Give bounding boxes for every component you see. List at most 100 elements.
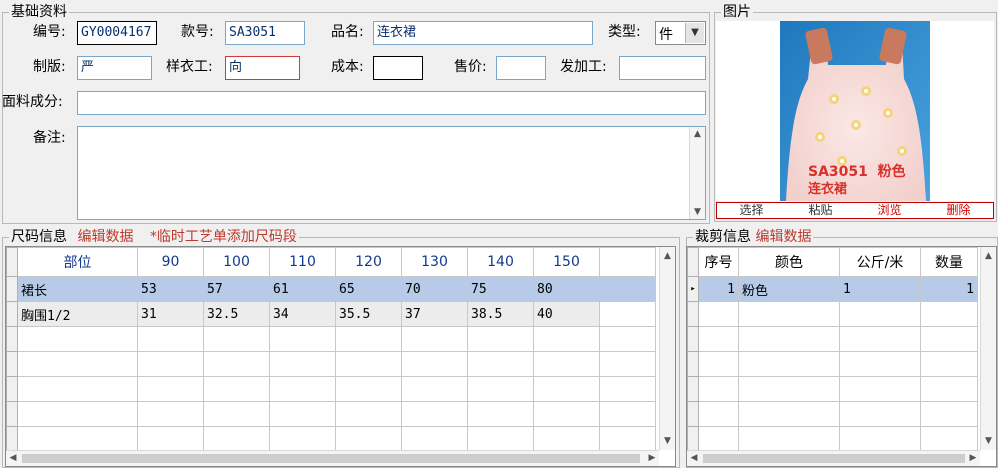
cell[interactable]: 80 <box>533 276 600 302</box>
outsource-label: 发加工: <box>560 59 607 75</box>
style-no-field[interactable]: SA3051 <box>225 21 305 45</box>
cut-grid-vscroll[interactable]: ▲ ▼ <box>980 247 996 450</box>
table-row[interactable]: 裙长 53 57 61 65 70 75 80 <box>6 276 656 302</box>
fabric-label: 面料成分: <box>2 94 63 110</box>
cut-info-legend-wrap: 裁剪信息 编辑数据 <box>693 229 814 245</box>
empty-row[interactable] <box>6 351 656 377</box>
col-header-color[interactable]: 颜色 <box>738 247 840 277</box>
col-header-kg-per-m[interactable]: 公斤/米 <box>839 247 921 277</box>
scroll-thumb[interactable] <box>703 454 965 463</box>
chevron-down-icon[interactable]: ▼ <box>685 23 704 43</box>
browse-image-button[interactable]: 浏览 <box>855 203 924 218</box>
outsource-field[interactable] <box>619 56 706 80</box>
cell[interactable]: 胸围1/2 <box>17 301 138 327</box>
cell[interactable]: 粉色 <box>738 276 840 302</box>
image-button-bar: 选择 粘贴 浏览 删除 <box>716 202 994 219</box>
col-header-140[interactable]: 140 <box>467 247 534 277</box>
empty-row[interactable] <box>687 426 978 452</box>
cell[interactable]: 37 <box>401 301 468 327</box>
select-image-button[interactable]: 选择 <box>717 203 786 218</box>
size-edit-link[interactable]: 编辑数据 <box>77 229 133 245</box>
cut-grid[interactable]: 序号 颜色 公斤/米 数量 ▸ 1 粉色 1 1 ▲ ▼ ◀ ▶ <box>686 246 997 467</box>
image-legend: 图片 <box>721 4 753 20</box>
cell[interactable]: 34 <box>269 301 336 327</box>
col-header-90[interactable]: 90 <box>137 247 204 277</box>
cell[interactable]: 57 <box>203 276 270 302</box>
code-field[interactable]: GY0004167 <box>77 21 157 45</box>
delete-image-button[interactable]: 删除 <box>924 203 993 218</box>
cost-field[interactable] <box>373 56 423 80</box>
cell[interactable]: 65 <box>335 276 402 302</box>
table-row[interactable]: 胸围1/2 31 32.5 34 35.5 37 38.5 40 <box>6 301 656 327</box>
empty-row[interactable] <box>687 301 978 327</box>
empty-row[interactable] <box>687 351 978 377</box>
pattern-field[interactable]: 严 <box>77 56 152 80</box>
empty-row[interactable] <box>6 326 656 352</box>
cell[interactable]: 1 <box>839 276 921 302</box>
cell[interactable] <box>599 301 656 327</box>
scroll-up-icon[interactable]: ▲ <box>690 127 705 141</box>
product-name-label: 品名: <box>331 24 364 40</box>
cell[interactable]: 70 <box>401 276 468 302</box>
remark-scrollbar[interactable]: ▲ ▼ <box>689 127 705 219</box>
size-grid-hscroll[interactable]: ◀ ▶ <box>6 450 659 466</box>
scroll-up-icon[interactable]: ▲ <box>660 249 675 263</box>
cell[interactable]: 75 <box>467 276 534 302</box>
cell[interactable]: 35.5 <box>335 301 402 327</box>
cut-header-row: 序号 颜色 公斤/米 数量 <box>687 247 978 277</box>
col-header-100[interactable]: 100 <box>203 247 270 277</box>
scroll-up-icon[interactable]: ▲ <box>981 249 996 263</box>
row-header[interactable] <box>6 301 18 327</box>
price-field[interactable] <box>496 56 546 80</box>
paste-image-button[interactable]: 粘贴 <box>786 203 855 218</box>
photo-caption-line2: 连衣裙 <box>808 182 848 197</box>
scroll-thumb[interactable] <box>22 454 640 463</box>
cell[interactable]: 38.5 <box>467 301 534 327</box>
cell[interactable]: 61 <box>269 276 336 302</box>
col-header-110[interactable]: 110 <box>269 247 336 277</box>
cell[interactable]: 32.5 <box>203 301 270 327</box>
col-header-seq[interactable]: 序号 <box>698 247 739 277</box>
scroll-left-icon[interactable]: ◀ <box>687 451 701 465</box>
scroll-down-icon[interactable]: ▼ <box>660 434 675 448</box>
cell[interactable]: 53 <box>137 276 204 302</box>
scroll-right-icon[interactable]: ▶ <box>966 451 980 465</box>
empty-row[interactable] <box>687 376 978 402</box>
cell[interactable] <box>599 276 656 302</box>
scroll-down-icon[interactable]: ▼ <box>690 205 705 219</box>
code-label: 编号: <box>33 24 66 40</box>
product-name-field[interactable]: 连衣裙 <box>373 21 593 45</box>
size-grid-vscroll[interactable]: ▲ ▼ <box>659 247 675 450</box>
type-select[interactable]: 件 ▼ <box>655 21 706 45</box>
current-row-marker-icon[interactable]: ▸ <box>687 276 699 302</box>
size-grid[interactable]: 部位 90 100 110 120 130 140 150 裙长 53 57 6… <box>5 246 676 467</box>
empty-row[interactable] <box>6 401 656 427</box>
scroll-down-icon[interactable]: ▼ <box>981 434 996 448</box>
product-photo[interactable]: SA3051 粉色 连衣裙 <box>716 21 994 201</box>
remark-textarea[interactable]: ▲ ▼ <box>77 126 706 220</box>
cell[interactable]: 40 <box>533 301 600 327</box>
empty-row[interactable] <box>6 426 656 452</box>
cut-edit-link[interactable]: 编辑数据 <box>755 229 811 245</box>
cell[interactable]: 裙长 <box>17 276 138 302</box>
row-header[interactable] <box>6 276 18 302</box>
sample-worker-field[interactable]: 向 <box>225 56 300 80</box>
empty-row[interactable] <box>687 401 978 427</box>
basic-info-legend: 基础资料 <box>9 4 69 20</box>
empty-row[interactable] <box>687 326 978 352</box>
col-header-150[interactable]: 150 <box>533 247 600 277</box>
cell[interactable]: 1 <box>698 276 739 302</box>
cut-grid-hscroll[interactable]: ◀ ▶ <box>687 450 980 466</box>
remark-label: 备注: <box>33 130 66 146</box>
col-header-qty[interactable]: 数量 <box>920 247 978 277</box>
col-header-part[interactable]: 部位 <box>17 247 138 277</box>
cell[interactable]: 1 <box>920 276 978 302</box>
table-row[interactable]: ▸ 1 粉色 1 1 <box>687 276 978 302</box>
cell[interactable]: 31 <box>137 301 204 327</box>
scroll-left-icon[interactable]: ◀ <box>6 451 20 465</box>
col-header-120[interactable]: 120 <box>335 247 402 277</box>
scroll-right-icon[interactable]: ▶ <box>645 451 659 465</box>
empty-row[interactable] <box>6 376 656 402</box>
col-header-130[interactable]: 130 <box>401 247 468 277</box>
fabric-field[interactable] <box>77 91 706 115</box>
